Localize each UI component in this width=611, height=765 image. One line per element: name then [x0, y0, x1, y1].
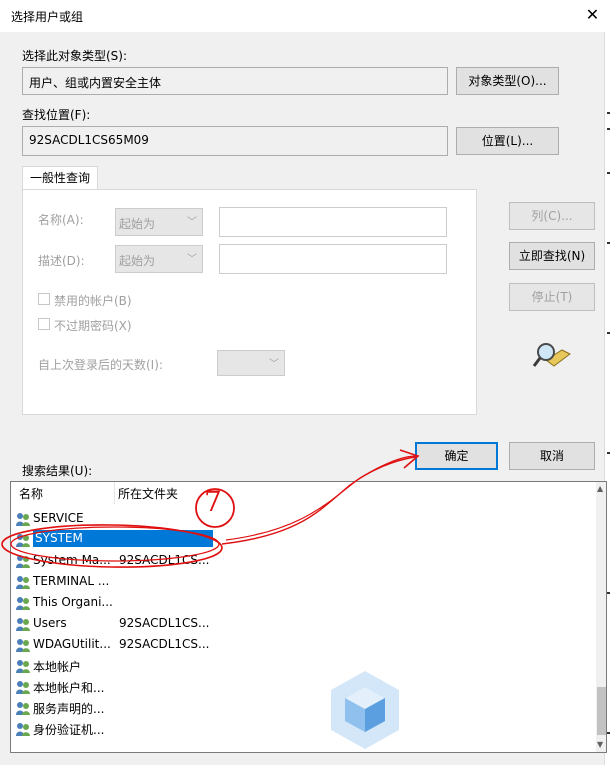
user-group-icon [15, 595, 31, 611]
user-group-icon [15, 658, 31, 674]
scrollbar-thumb[interactable] [597, 687, 606, 735]
description-mode-select[interactable]: 起始为 ﹀ [115, 245, 203, 273]
stop-button[interactable]: 停止(T) [509, 283, 595, 311]
non-expiring-password-label: 不过期密码(X) [54, 319, 132, 333]
name-mode-value: 起始为 [119, 217, 156, 231]
object-types-button[interactable]: 对象类型(O)... [456, 67, 559, 95]
locations-button[interactable]: 位置(L)... [456, 127, 559, 155]
chevron-down-icon: ﹀ [269, 359, 279, 370]
result-name: 本地帐户 [33, 660, 82, 674]
non-expiring-password-checkbox[interactable] [38, 318, 50, 330]
list-item[interactable]: Users 92SACDL1CS... [15, 614, 575, 634]
description-mode-value: 起始为 [119, 254, 156, 268]
location-field: 92SACDL1CS65M09 [22, 126, 448, 156]
result-folder: 92SACDL1CS... [119, 637, 210, 651]
tab-common-queries[interactable]: 一般性查询 [22, 166, 98, 190]
chevron-down-icon: ﹀ [187, 254, 197, 265]
list-item[interactable]: This Organi... [15, 593, 575, 613]
result-name: 本地帐户和... [33, 681, 105, 695]
name-label: 名称(A): [38, 213, 84, 227]
description-input[interactable] [219, 244, 447, 274]
list-item[interactable]: 本地帐户 [15, 656, 575, 676]
columns-button[interactable]: 列(C)... [509, 202, 595, 230]
result-name: WDAGUtilit... [33, 637, 111, 651]
chevron-down-icon: ﹀ [187, 217, 197, 228]
user-group-icon [15, 679, 31, 695]
title-bar [0, 0, 611, 32]
object-type-label: 选择此对象类型(S): [22, 49, 128, 63]
user-group-icon [15, 721, 31, 737]
list-item[interactable]: 本地帐户和... [15, 677, 575, 697]
object-type-field: 用户、组或内置安全主体 [22, 67, 448, 95]
user-group-icon [15, 700, 31, 716]
cube-logo-watermark [331, 671, 399, 749]
name-input[interactable] [219, 207, 447, 237]
result-name: This Organi... [33, 595, 113, 609]
user-group-icon [15, 637, 31, 653]
step-number-annotation: 7 [204, 485, 222, 518]
window-title: 选择用户或组 [11, 10, 84, 24]
list-item[interactable]: 身份验证机... [15, 719, 575, 739]
close-icon[interactable]: ✕ [574, 0, 611, 32]
result-name: 服务声明的... [33, 702, 105, 716]
name-mode-select[interactable]: 起始为 ﹀ [115, 208, 203, 236]
list-item[interactable]: 服务声明的... [15, 698, 575, 718]
description-label: 描述(D): [38, 254, 85, 268]
list-item[interactable]: WDAGUtilit... 92SACDL1CS... [15, 635, 575, 655]
list-item[interactable]: TERMINAL ... [15, 572, 575, 592]
days-since-logon-label: 自上次登录后的天数(I): [38, 358, 163, 372]
magnifier-search-icon [532, 343, 571, 367]
disabled-accounts-checkbox[interactable] [38, 293, 50, 305]
scroll-down-icon[interactable]: ▼ [597, 740, 603, 749]
user-group-icon [15, 574, 31, 590]
result-folder: 92SACDL1CS... [119, 616, 210, 630]
result-name: 身份验证机... [33, 723, 105, 737]
days-since-logon-select[interactable]: ﹀ [217, 350, 285, 376]
find-now-button[interactable]: 立即查找(N) [509, 242, 595, 270]
result-name: Users [33, 616, 67, 630]
disabled-accounts-label: 禁用的帐户(B) [54, 294, 132, 308]
location-label: 查找位置(F): [22, 108, 91, 122]
result-name: TERMINAL ... [33, 574, 110, 588]
user-group-icon [15, 616, 31, 632]
step-annotation [1, 449, 420, 568]
